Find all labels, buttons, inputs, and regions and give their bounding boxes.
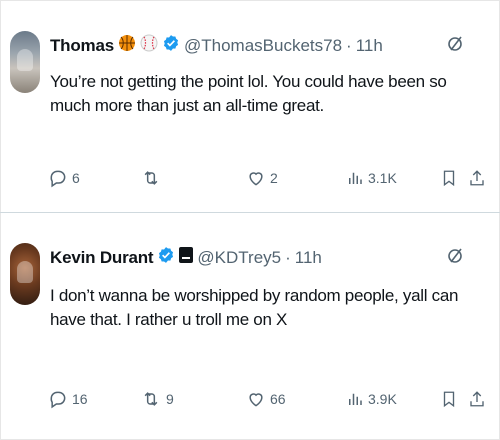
bookmark-button[interactable]	[440, 389, 458, 409]
avatar[interactable]	[10, 31, 40, 93]
like-button[interactable]: 66	[246, 389, 286, 409]
reply-icon	[50, 170, 66, 188]
retweet-button[interactable]	[140, 168, 166, 188]
views-icon	[349, 172, 362, 184]
grok-icon[interactable]	[446, 246, 466, 272]
affiliate-badge-icon[interactable]	[179, 247, 194, 268]
tweet-actions: 6 2 3.1K	[48, 168, 488, 192]
views-button[interactable]: 3.1K	[346, 168, 397, 188]
handle[interactable]: @KDTrey5	[197, 248, 281, 268]
tweet-text: I don’t wanna be worshipped by random pe…	[50, 286, 459, 329]
like-count: 66	[270, 391, 286, 407]
retweet-icon	[144, 171, 158, 185]
views-button[interactable]: 3.9K	[346, 389, 397, 409]
verified-icon[interactable]	[157, 246, 175, 269]
avatar[interactable]	[10, 243, 40, 305]
tweet[interactable]: Kevin Durant @KDTrey5 · 11h I don’t wann…	[0, 232, 500, 440]
tweet-header: Kevin Durant @KDTrey5 · 11h	[50, 246, 322, 269]
handle[interactable]: @ThomasBuckets78	[184, 36, 342, 56]
timestamp[interactable]: 11h	[356, 36, 383, 56]
reply-icon	[50, 391, 66, 409]
display-name[interactable]: Kevin Durant	[50, 248, 154, 268]
views-icon	[349, 393, 362, 405]
tweet-actions: 16 9 66 3.9K	[48, 389, 488, 413]
retweet-count: 9	[166, 391, 174, 407]
share-button[interactable]	[468, 389, 486, 409]
display-name[interactable]: Thomas	[50, 36, 114, 56]
separator: ·	[285, 247, 291, 267]
bookmark-button[interactable]	[440, 168, 458, 188]
heart-icon	[249, 172, 263, 186]
like-button[interactable]: 2	[246, 168, 278, 188]
baseball-emoji	[140, 34, 158, 57]
divider	[0, 212, 500, 213]
timestamp[interactable]: 11h	[295, 248, 322, 268]
reply-count: 16	[72, 391, 88, 407]
share-icon	[470, 391, 484, 407]
retweet-button[interactable]: 9	[140, 389, 174, 409]
views-count: 3.1K	[368, 170, 397, 186]
like-count: 2	[270, 170, 278, 186]
share-icon	[470, 170, 484, 186]
separator: ·	[346, 35, 352, 55]
tweet-header: Thomas @ThomasBuckets78 · 11h	[50, 34, 383, 57]
retweet-icon	[144, 392, 158, 406]
basketball-emoji	[118, 34, 136, 57]
bookmark-icon	[443, 170, 455, 187]
views-count: 3.9K	[368, 391, 397, 407]
tweet-text: You’re not getting the point lol. You co…	[50, 72, 447, 115]
bookmark-icon	[443, 391, 455, 408]
grok-icon[interactable]	[446, 34, 466, 60]
reply-count: 6	[72, 170, 80, 186]
tweet[interactable]: Thomas @ThomasBuckets78 · 11h You’re not…	[0, 20, 500, 210]
reply-button[interactable]: 6	[48, 168, 80, 188]
verified-icon[interactable]	[162, 34, 180, 57]
reply-button[interactable]: 16	[48, 389, 88, 409]
heart-icon	[249, 393, 263, 407]
share-button[interactable]	[468, 168, 486, 188]
